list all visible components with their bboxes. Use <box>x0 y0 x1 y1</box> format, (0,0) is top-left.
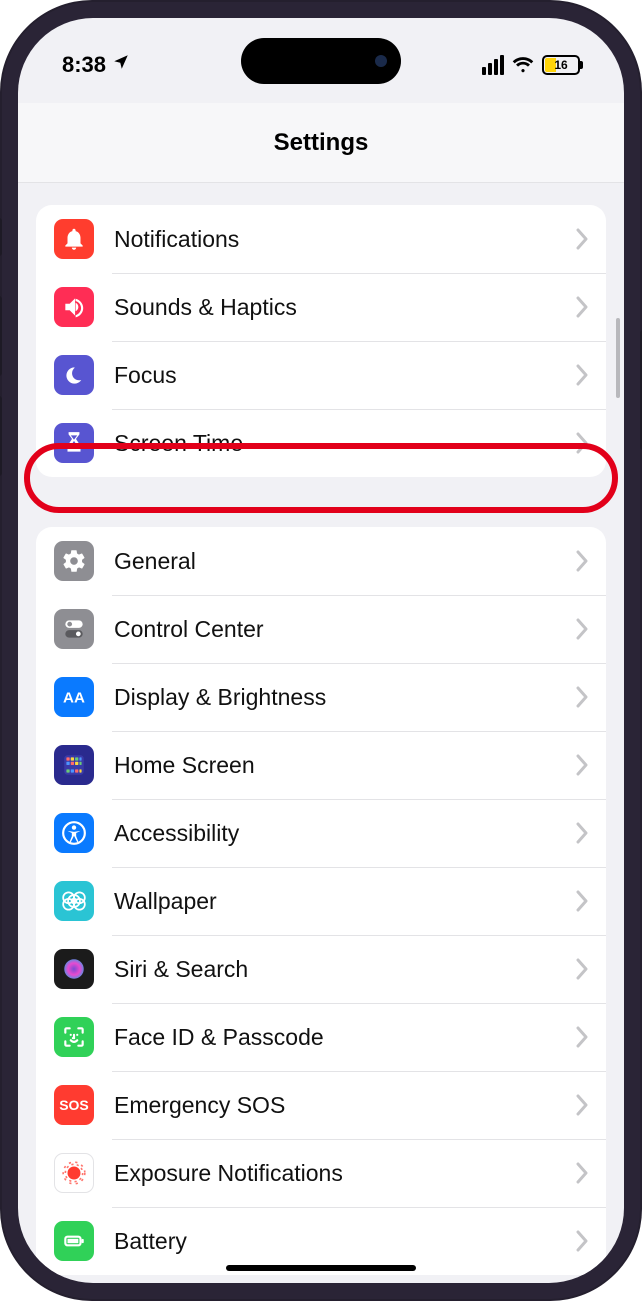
mute-switch <box>0 218 2 256</box>
iphone-frame: 8:38 16 Settings <box>0 0 642 1301</box>
chevron-right-icon <box>576 432 588 454</box>
chevron-right-icon <box>576 618 588 640</box>
exposure-icon <box>54 1153 94 1193</box>
chevron-right-icon <box>576 890 588 912</box>
chevron-right-icon <box>576 296 588 318</box>
battery-icon: 16 <box>542 55 580 75</box>
settings-row-label: Display & Brightness <box>114 684 556 711</box>
settings-row-faceid[interactable]: Face ID & Passcode <box>36 1003 606 1071</box>
settings-row-label: Siri & Search <box>114 956 556 983</box>
settings-row-label: Exposure Notifications <box>114 1160 556 1187</box>
chevron-right-icon <box>576 364 588 386</box>
settings-row-wallpaper[interactable]: Wallpaper <box>36 867 606 935</box>
home-indicator[interactable] <box>226 1265 416 1271</box>
chevron-right-icon <box>576 686 588 708</box>
settings-row-notifications[interactable]: Notifications <box>36 205 606 273</box>
settings-group: General Control Center AA Display & Brightn… <box>36 527 606 1275</box>
screentime-icon <box>54 423 94 463</box>
sounds-icon <box>54 287 94 327</box>
chevron-right-icon <box>576 1230 588 1252</box>
screen: 8:38 16 Settings <box>18 18 624 1283</box>
settings-row-label: Accessibility <box>114 820 556 847</box>
page-title: Settings <box>274 129 369 157</box>
location-icon <box>112 53 130 75</box>
settings-row-accessibility[interactable]: Accessibility <box>36 799 606 867</box>
battery-icon <box>54 1221 94 1261</box>
settings-row-label: Screen Time <box>114 430 556 457</box>
controlcenter-icon <box>54 609 94 649</box>
settings-row-label: Battery <box>114 1228 556 1255</box>
accessibility-icon <box>54 813 94 853</box>
settings-row-label: Wallpaper <box>114 888 556 915</box>
chevron-right-icon <box>576 958 588 980</box>
faceid-icon <box>54 1017 94 1057</box>
chevron-right-icon <box>576 1094 588 1116</box>
chevron-right-icon <box>576 754 588 776</box>
scroll-indicator <box>616 318 620 398</box>
settings-row-display[interactable]: AA Display & Brightness <box>36 663 606 731</box>
status-left: 8:38 <box>62 52 130 78</box>
settings-row-screentime[interactable]: Screen Time <box>36 409 606 477</box>
homescreen-icon <box>54 745 94 785</box>
settings-row-label: Focus <box>114 362 556 389</box>
settings-row-siri[interactable]: Siri & Search <box>36 935 606 1003</box>
settings-row-label: Home Screen <box>114 752 556 779</box>
wallpaper-icon <box>54 881 94 921</box>
chevron-right-icon <box>576 1026 588 1048</box>
dynamic-island <box>241 38 401 84</box>
settings-row-label: Control Center <box>114 616 556 643</box>
settings-row-controlcenter[interactable]: Control Center <box>36 595 606 663</box>
chevron-right-icon <box>576 822 588 844</box>
status-time: 8:38 <box>62 52 106 78</box>
volume-up-button <box>0 296 2 376</box>
volume-down-button <box>0 396 2 476</box>
chevron-right-icon <box>576 550 588 572</box>
chevron-right-icon <box>576 228 588 250</box>
display-icon: AA <box>54 677 94 717</box>
content: Settings Notifications Sounds & Haptics Fo… <box>18 103 624 1283</box>
wifi-icon <box>512 54 534 76</box>
settings-row-sounds[interactable]: Sounds & Haptics <box>36 273 606 341</box>
sos-icon: SOS <box>54 1085 94 1125</box>
settings-row-label: General <box>114 548 556 575</box>
notifications-icon <box>54 219 94 259</box>
svg-text:AA: AA <box>63 689 85 706</box>
settings-row-label: Face ID & Passcode <box>114 1024 556 1051</box>
general-icon <box>54 541 94 581</box>
settings-list[interactable]: Notifications Sounds & Haptics Focus Screen… <box>18 183 624 1275</box>
settings-row-exposure[interactable]: Exposure Notifications <box>36 1139 606 1207</box>
settings-row-general[interactable]: General <box>36 527 606 595</box>
chevron-right-icon <box>576 1162 588 1184</box>
siri-icon <box>54 949 94 989</box>
cellular-icon <box>482 55 504 75</box>
settings-row-sos[interactable]: SOS Emergency SOS <box>36 1071 606 1139</box>
focus-icon <box>54 355 94 395</box>
nav-bar: Settings <box>18 103 624 183</box>
status-right: 16 <box>482 54 580 76</box>
settings-row-focus[interactable]: Focus <box>36 341 606 409</box>
settings-row-label: Emergency SOS <box>114 1092 556 1119</box>
battery-percentage: 16 <box>554 58 567 72</box>
settings-row-label: Sounds & Haptics <box>114 294 556 321</box>
settings-row-label: Notifications <box>114 226 556 253</box>
settings-group: Notifications Sounds & Haptics Focus Screen… <box>36 205 606 477</box>
settings-row-homescreen[interactable]: Home Screen <box>36 731 606 799</box>
